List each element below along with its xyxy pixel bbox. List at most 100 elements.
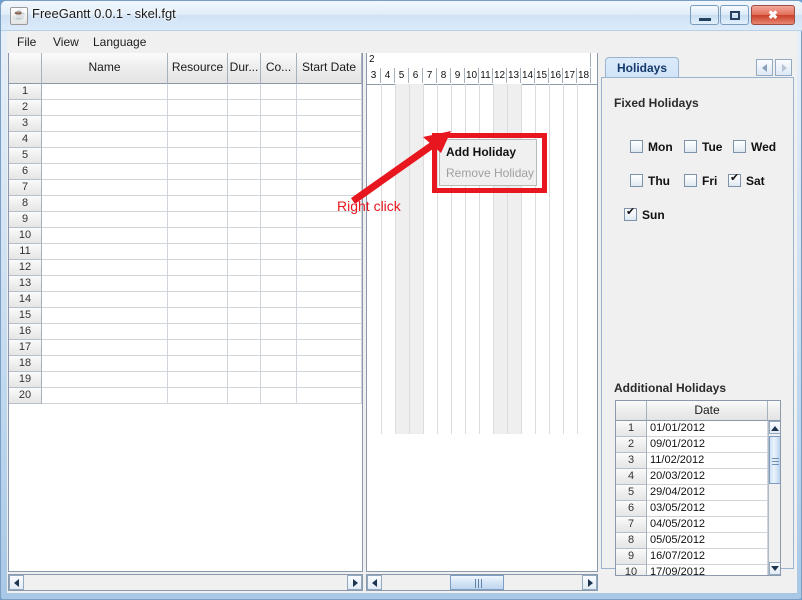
gantt-day-cell[interactable]: 4: [381, 68, 395, 83]
table-row[interactable]: 1: [9, 84, 362, 100]
scroll-down-button[interactable]: [769, 562, 780, 575]
table-cell[interactable]: [42, 324, 168, 340]
gantt-day-cell[interactable]: 12: [493, 68, 507, 83]
table-cell[interactable]: [261, 100, 297, 116]
gantt-day-cell[interactable]: 7: [423, 68, 437, 83]
table-cell[interactable]: [228, 244, 261, 260]
table-cell[interactable]: [261, 164, 297, 180]
checkbox-box-sat[interactable]: [728, 172, 741, 187]
table-row[interactable]: 4: [9, 132, 362, 148]
table-cell[interactable]: [168, 148, 228, 164]
row-number[interactable]: 17: [9, 340, 42, 356]
table-cell[interactable]: [42, 276, 168, 292]
table-row[interactable]: 2: [9, 100, 362, 116]
gantt-scroll-right-button[interactable]: [582, 575, 597, 590]
table-cell[interactable]: [261, 212, 297, 228]
holiday-row-number[interactable]: 10: [616, 565, 647, 575]
list-item[interactable]: 5 29/04/2012: [616, 485, 780, 501]
table-row[interactable]: 6: [9, 164, 362, 180]
table-cell[interactable]: [297, 356, 362, 372]
table-cell[interactable]: [168, 292, 228, 308]
checkbox-tue[interactable]: Tue: [684, 140, 722, 154]
list-item[interactable]: 4 20/03/2012: [616, 469, 780, 485]
table-cell[interactable]: [297, 212, 362, 228]
table-cell[interactable]: [228, 356, 261, 372]
row-number[interactable]: 5: [9, 148, 42, 164]
table-cell[interactable]: [261, 308, 297, 324]
table-cell[interactable]: [261, 244, 297, 260]
table-cell[interactable]: [228, 132, 261, 148]
table-row[interactable]: 10: [9, 228, 362, 244]
table-row[interactable]: 16: [9, 324, 362, 340]
row-number[interactable]: 16: [9, 324, 42, 340]
table-cell[interactable]: [261, 84, 297, 100]
task-table-hscrollbar[interactable]: [8, 574, 363, 591]
minimize-button[interactable]: [690, 5, 719, 25]
row-number[interactable]: 11: [9, 244, 42, 260]
holiday-row-number[interactable]: 2: [616, 437, 647, 453]
table-cell[interactable]: [228, 196, 261, 212]
list-item[interactable]: 9 16/07/2012: [616, 549, 780, 565]
additional-holidays-table[interactable]: Date 1 01/01/2012 2 09/01/2012 3 11/02/2012 4 2…: [615, 400, 781, 576]
table-cell[interactable]: [261, 340, 297, 356]
table-cell[interactable]: [297, 292, 362, 308]
list-item[interactable]: 10 17/09/2012: [616, 565, 780, 575]
list-item[interactable]: 3 11/02/2012: [616, 453, 780, 469]
gantt-day-cell[interactable]: 17: [563, 68, 577, 83]
table-cell[interactable]: [42, 308, 168, 324]
table-cell[interactable]: [228, 212, 261, 228]
row-number[interactable]: 15: [9, 308, 42, 324]
table-cell[interactable]: [168, 164, 228, 180]
checkbox-box-sun[interactable]: [624, 206, 637, 221]
table-cell[interactable]: [168, 340, 228, 356]
holiday-date-cell[interactable]: 20/03/2012: [647, 469, 768, 485]
table-cell[interactable]: [42, 292, 168, 308]
column-header-dur[interactable]: Dur...: [228, 53, 261, 84]
table-cell[interactable]: [42, 116, 168, 132]
table-cell[interactable]: [228, 148, 261, 164]
table-cell[interactable]: [168, 84, 228, 100]
row-number[interactable]: 2: [9, 100, 42, 116]
column-header-startdate[interactable]: Start Date: [297, 53, 362, 84]
holiday-date-cell[interactable]: 29/04/2012: [647, 485, 768, 501]
table-cell[interactable]: [228, 164, 261, 180]
table-cell[interactable]: [297, 84, 362, 100]
table-cell[interactable]: [297, 276, 362, 292]
holiday-date-cell[interactable]: 05/05/2012: [647, 533, 768, 549]
table-row[interactable]: 7: [9, 180, 362, 196]
table-cell[interactable]: [228, 84, 261, 100]
table-cell[interactable]: [297, 308, 362, 324]
task-scroll-right-button[interactable]: [347, 575, 362, 590]
scrollbar-thumb[interactable]: [769, 436, 780, 484]
table-cell[interactable]: [168, 132, 228, 148]
holiday-row-number[interactable]: 8: [616, 533, 647, 549]
table-row[interactable]: 20: [9, 388, 362, 404]
table-cell[interactable]: [42, 372, 168, 388]
table-cell[interactable]: [42, 84, 168, 100]
table-cell[interactable]: [261, 132, 297, 148]
table-cell[interactable]: [228, 372, 261, 388]
row-number[interactable]: 1: [9, 84, 42, 100]
table-cell[interactable]: [228, 324, 261, 340]
gantt-day-cell[interactable]: 14: [521, 68, 535, 83]
gantt-day-cell[interactable]: 5: [395, 68, 409, 83]
column-header-co[interactable]: Co...: [261, 53, 297, 84]
gantt-day-cell[interactable]: 3: [367, 68, 381, 83]
table-cell[interactable]: [168, 244, 228, 260]
table-cell[interactable]: [228, 228, 261, 244]
table-cell[interactable]: [228, 180, 261, 196]
table-cell[interactable]: [168, 324, 228, 340]
table-cell[interactable]: [42, 356, 168, 372]
checkbox-box-wed[interactable]: [733, 140, 746, 153]
row-number[interactable]: 6: [9, 164, 42, 180]
gantt-scrollbar-thumb[interactable]: [450, 575, 504, 590]
gantt-scroll-left-button[interactable]: [367, 575, 382, 590]
tab-prev-button[interactable]: [756, 59, 773, 76]
holiday-date-cell[interactable]: 04/05/2012: [647, 517, 768, 533]
holiday-row-number[interactable]: 4: [616, 469, 647, 485]
table-cell[interactable]: [261, 372, 297, 388]
table-cell[interactable]: [261, 260, 297, 276]
holiday-row-number[interactable]: 5: [616, 485, 647, 501]
row-number[interactable]: 8: [9, 196, 42, 212]
table-row[interactable]: 12: [9, 260, 362, 276]
